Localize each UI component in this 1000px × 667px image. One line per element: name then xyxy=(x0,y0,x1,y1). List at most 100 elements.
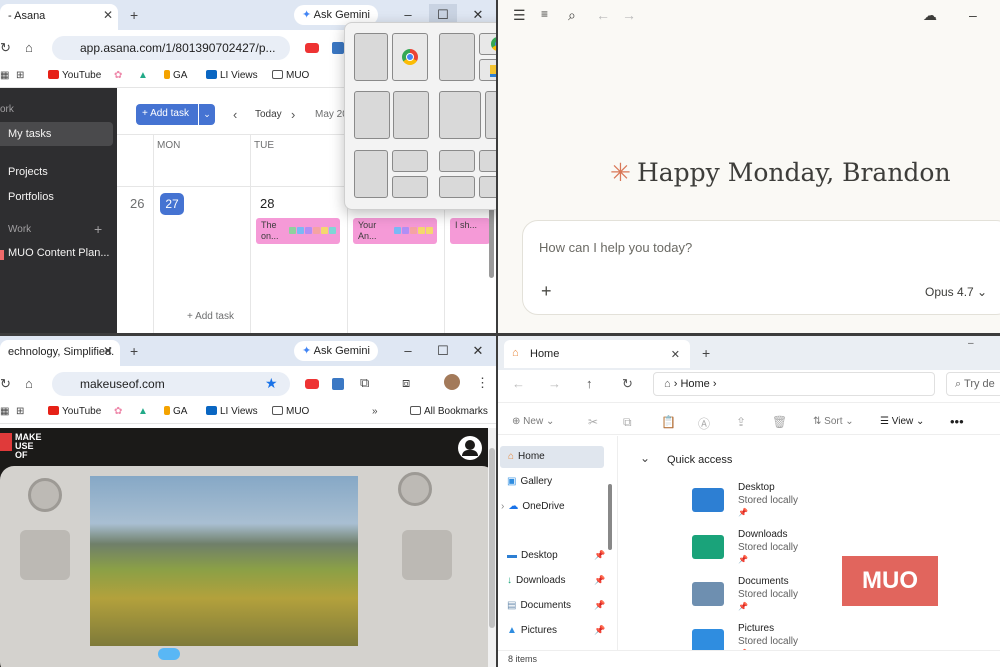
sidebar-item-projects[interactable]: Projects xyxy=(8,166,48,178)
all-bookmarks[interactable]: All Bookmarks xyxy=(410,406,488,417)
more-options-icon[interactable]: ••• xyxy=(950,414,964,429)
forward-icon[interactable]: → xyxy=(548,376,561,391)
ask-gemini-button[interactable]: ✦ Ask Gemini xyxy=(294,341,378,361)
address-bar[interactable]: app.asana.com/1/801390702427/p... xyxy=(52,36,290,60)
nav-item-gallery[interactable]: ▣ Gallery xyxy=(507,476,552,487)
bookmark-ga[interactable]: GA xyxy=(164,70,187,81)
bookmark-muo[interactable]: MUO xyxy=(272,70,309,81)
chevron-right-icon[interactable]: » xyxy=(372,406,378,417)
search-input[interactable]: ⌕ Try de xyxy=(946,372,1000,396)
youtube-ext-icon[interactable] xyxy=(305,379,319,389)
snap-zone[interactable] xyxy=(479,33,496,55)
horizontal-snap-divider[interactable] xyxy=(0,333,1000,336)
pinwheel-icon[interactable]: ✿ xyxy=(114,406,122,417)
nav-item-downloads[interactable]: ↓ Downloads xyxy=(507,575,565,586)
copy-icon[interactable]: ⧉ xyxy=(623,415,632,430)
sort-button[interactable]: ⇅ Sort ⌄ xyxy=(813,416,854,427)
reload-icon[interactable]: ↻ xyxy=(0,376,11,392)
close-tab-icon[interactable]: ✕ xyxy=(103,344,113,358)
close-window-button[interactable]: ✕ xyxy=(464,340,492,362)
snap-zone[interactable] xyxy=(354,91,390,139)
snap-zone[interactable] xyxy=(392,176,428,198)
nav-item-documents[interactable]: ▤ Documents xyxy=(507,600,571,611)
nav-item-pictures[interactable]: ▲ Pictures xyxy=(507,625,557,636)
bookmark-li-views[interactable]: LI Views xyxy=(206,406,258,417)
sidebar-item-project[interactable]: MUO Content Plan... xyxy=(8,247,110,259)
up-icon[interactable]: ↑ xyxy=(586,376,593,391)
apps-grid-icon[interactable]: ⊞ xyxy=(16,70,24,81)
prompt-input[interactable]: How can I help you today? + Opus 4.7 ⌄ xyxy=(522,220,1000,315)
minimize-button[interactable]: – xyxy=(394,340,422,362)
folder-item[interactable]: Desktop Stored locally 📌 xyxy=(688,482,838,526)
snap-zone[interactable] xyxy=(439,150,475,172)
sidebar-item-portfolios[interactable]: Portfolios xyxy=(8,191,54,203)
home-icon[interactable]: ⌂ xyxy=(25,376,33,391)
address-bar[interactable]: ⌂ › Home › xyxy=(653,372,935,396)
search-icon[interactable]: ⌕ xyxy=(568,7,576,24)
scrollbar-thumb[interactable] xyxy=(489,448,495,628)
close-tab-icon[interactable]: ✕ xyxy=(103,8,113,22)
more-menu-icon[interactable]: ⋮ xyxy=(476,375,489,391)
pinwheel-icon[interactable]: ✿ xyxy=(114,70,122,81)
extension-icon[interactable] xyxy=(332,42,344,54)
bookmark-muo[interactable]: MUO xyxy=(272,406,309,417)
snap-zone[interactable] xyxy=(354,33,388,81)
tab-asana[interactable]: - Asana xyxy=(0,4,118,30)
new-tab-icon[interactable]: + xyxy=(702,345,710,361)
nav-item-home[interactable] xyxy=(500,446,604,468)
task-card[interactable]: I sh... xyxy=(450,218,490,244)
today-button[interactable]: Today xyxy=(255,109,282,120)
add-task-link[interactable]: + Add task xyxy=(187,311,234,322)
bookmark-star-icon[interactable]: ★ xyxy=(265,375,278,392)
close-tab-icon[interactable]: ✕ xyxy=(671,348,680,361)
tab-search-icon[interactable]: ⧈ xyxy=(402,375,410,391)
folder-item[interactable]: Downloads Stored locally 📌 xyxy=(688,529,838,573)
youtube-ext-icon[interactable] xyxy=(305,43,319,53)
cut-icon[interactable]: ✂ xyxy=(588,415,598,429)
add-team-icon[interactable]: + xyxy=(94,221,102,237)
maximize-button[interactable]: ☐ xyxy=(429,340,457,362)
paste-icon[interactable]: 📋 xyxy=(661,415,676,429)
today-day-number[interactable]: 27 xyxy=(160,193,184,215)
bookmark-youtube[interactable]: YouTube xyxy=(48,70,101,81)
prev-week-icon[interactable]: ‹ xyxy=(233,107,237,122)
delete-icon[interactable]: 🗑 xyxy=(772,415,787,429)
tab-home[interactable]: ⌂ Home ✕ xyxy=(504,340,690,368)
collapse-chevron-icon[interactable]: ⌄ xyxy=(640,451,650,465)
nav-item-onedrive[interactable]: › ☁ OneDrive xyxy=(501,501,565,512)
avatar[interactable] xyxy=(444,374,460,390)
drive-icon[interactable]: ▲ xyxy=(138,406,148,417)
apps-icon[interactable]: ▦ xyxy=(0,406,9,417)
bookmark-li-views[interactable]: LI Views xyxy=(206,70,258,81)
extension-icon[interactable] xyxy=(332,378,344,390)
next-week-icon[interactable]: › xyxy=(291,107,295,122)
home-icon[interactable]: ⌂ xyxy=(25,40,33,55)
apps-icon[interactable]: ▦ xyxy=(0,70,9,81)
new-tab-icon[interactable]: + xyxy=(130,7,138,23)
minimize-button[interactable]: – xyxy=(969,7,977,23)
share-icon[interactable]: ⇪ xyxy=(736,415,746,429)
new-tab-icon[interactable]: + xyxy=(130,343,138,359)
menu-icon[interactable]: ☰ xyxy=(513,7,526,24)
bookmark-ga[interactable]: GA xyxy=(164,406,187,417)
nav-item-desktop[interactable]: ▬ Desktop xyxy=(507,550,558,561)
account-icon[interactable] xyxy=(458,436,482,460)
task-card[interactable]: The on... xyxy=(256,218,340,244)
forward-icon[interactable]: → xyxy=(622,7,636,23)
refresh-icon[interactable]: ↻ xyxy=(622,376,633,392)
view-button[interactable]: ☰ View ⌄ xyxy=(880,416,924,427)
address-bar[interactable]: makeuseof.com xyxy=(52,372,290,396)
attach-icon[interactable]: + xyxy=(541,281,552,302)
add-task-dropdown-icon[interactable]: ⌄ xyxy=(199,104,215,125)
sidebar-toggle-icon[interactable]: ≡ xyxy=(541,7,548,21)
model-selector[interactable]: Opus 4.7 ⌄ xyxy=(925,285,987,299)
bookmark-youtube[interactable]: YouTube xyxy=(48,406,101,417)
puzzle-icon[interactable]: ⧉ xyxy=(360,375,369,391)
snap-zone[interactable] xyxy=(439,176,475,198)
rename-icon[interactable]: Ⓐ xyxy=(698,415,710,432)
snap-zone[interactable] xyxy=(393,91,429,139)
snap-zone[interactable] xyxy=(439,33,475,81)
snap-zone[interactable] xyxy=(485,91,496,139)
scrollbar-track[interactable] xyxy=(488,428,496,667)
add-task-button[interactable]: + Add task xyxy=(136,104,198,125)
